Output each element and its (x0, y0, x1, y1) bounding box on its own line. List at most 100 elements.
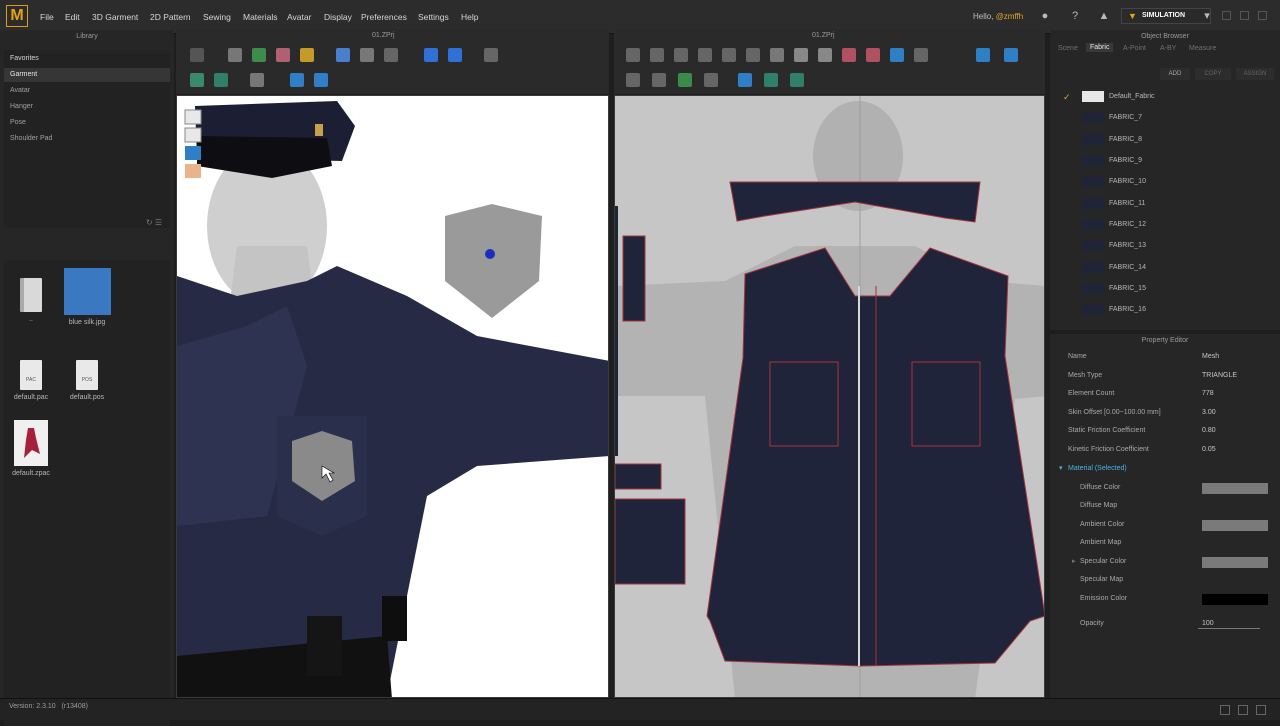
prop-element-count[interactable]: Element Count 778 (1050, 385, 1280, 403)
dart-icon[interactable] (842, 48, 856, 62)
assign-button[interactable]: ASSIGN (1236, 68, 1274, 80)
close-button[interactable] (1258, 11, 1267, 20)
prop-opacity[interactable]: Opacity 100 (1050, 615, 1280, 633)
prop-ambient-color[interactable]: Ambient Color (1050, 516, 1280, 534)
curvature-icon[interactable] (722, 48, 736, 62)
fabric-row[interactable]: FABRIC_14 (1055, 258, 1267, 278)
prop-specular-map[interactable]: Specular Map (1050, 571, 1280, 589)
tab-fabric[interactable]: Fabric (1086, 43, 1114, 52)
prop-static-friction[interactable]: Static Friction Coefficient 0.80 (1050, 422, 1280, 440)
tab-measure[interactable]: Measure (1189, 45, 1216, 52)
fabric-row[interactable]: FABRIC_11 (1055, 194, 1267, 214)
prop-diffuse-map[interactable]: Diffuse Map (1050, 497, 1280, 515)
fabric-row[interactable]: FABRIC_15 (1055, 279, 1267, 299)
tab-a-point[interactable]: A-Point (1123, 45, 1146, 52)
user-icon[interactable]: ● (1038, 9, 1052, 23)
add-button[interactable]: ADD (1160, 68, 1190, 80)
library-item-favorites[interactable]: Favorites (4, 52, 170, 66)
circle-icon[interactable] (818, 48, 832, 62)
prop-kinetic-friction[interactable]: Kinetic Friction Coefficient 0.05 (1050, 441, 1280, 459)
fold-icon[interactable] (276, 48, 290, 62)
hanger-icon[interactable]: ▲ (1097, 9, 1111, 23)
prop-emission-color[interactable]: Emission Color (1050, 590, 1280, 608)
help-icon[interactable]: ? (1068, 9, 1082, 23)
prop-skin-offset[interactable]: Skin Offset [0.00~100.00 mm] 3.00 (1050, 404, 1280, 422)
fold-arrange-icon[interactable] (890, 48, 904, 62)
fabric-row[interactable]: FABRIC_8 (1055, 130, 1267, 150)
seam-icon[interactable] (914, 48, 928, 62)
menu-preferences[interactable]: Preferences (361, 12, 407, 22)
menu-2d-pattern[interactable]: 2D Pattern (150, 12, 191, 22)
3d-viewport[interactable] (176, 95, 609, 698)
shoulder-pad-icon[interactable] (250, 73, 264, 87)
segment-sewing-icon[interactable] (976, 48, 990, 62)
menu-settings[interactable]: Settings (418, 12, 449, 22)
camera-icon[interactable] (290, 73, 304, 87)
menu-help[interactable]: Help (461, 12, 478, 22)
trace-icon[interactable] (704, 73, 718, 87)
measure-icon[interactable] (484, 48, 498, 62)
garment-icon[interactable] (424, 48, 438, 62)
menu-edit[interactable]: Edit (65, 12, 80, 22)
file-parent-folder[interactable]: .. (6, 278, 56, 323)
simulation-button[interactable]: ▼ SIMULATION (1121, 8, 1211, 24)
copy-button[interactable]: COPY (1195, 68, 1231, 80)
internal-line-icon[interactable] (626, 73, 640, 87)
button-icon[interactable] (866, 48, 880, 62)
avatar-icon[interactable] (384, 48, 398, 62)
view-mode-icons[interactable]: ↻ ☰ (146, 218, 170, 228)
select-icon[interactable] (228, 48, 242, 62)
prop-mesh-type[interactable]: Mesh Type TRIANGLE (1050, 367, 1280, 385)
menu-sewing[interactable]: Sewing (203, 12, 231, 22)
menu-display[interactable]: Display (324, 12, 352, 22)
pin-icon[interactable] (300, 48, 314, 62)
file-blue-silk[interactable]: blue silk.jpg (62, 268, 112, 326)
maximize-button[interactable] (1240, 11, 1249, 20)
curve-icon[interactable] (674, 48, 688, 62)
layout-button[interactable] (1238, 705, 1248, 715)
texture-edit-icon[interactable] (738, 73, 752, 87)
transform-icon[interactable] (252, 48, 266, 62)
brush-icon[interactable] (360, 48, 374, 62)
arrow-down-icon[interactable] (190, 48, 204, 62)
grid-icon[interactable] (214, 73, 228, 87)
grid-2d-icon[interactable] (764, 73, 778, 87)
2d-pattern-window[interactable] (614, 95, 1045, 698)
library-item-shoulder-pad[interactable]: Shoulder Pad (4, 132, 170, 146)
tack-icon[interactable] (336, 48, 350, 62)
library-item-garment[interactable]: Garment (4, 68, 170, 82)
file-default-zpac[interactable]: default.zpac (6, 420, 56, 477)
tab-a-by[interactable]: A-BY (1160, 45, 1176, 52)
chevron-down-icon[interactable]: ▾ (1200, 9, 1214, 23)
transform-pattern-icon[interactable] (626, 48, 640, 62)
library-item-avatar[interactable]: Avatar (4, 84, 170, 98)
menu-3d-garment[interactable]: 3D Garment (92, 12, 138, 22)
color-swatch[interactable] (1202, 594, 1268, 605)
light-icon[interactable] (314, 73, 328, 87)
fabric-row[interactable]: FABRIC_10 (1055, 172, 1267, 192)
rectangle-icon[interactable] (770, 48, 784, 62)
prop-diffuse-color[interactable]: Diffuse Color (1050, 479, 1280, 497)
fabric-row[interactable]: FABRIC_16 (1055, 300, 1267, 320)
ellipse-icon[interactable] (794, 48, 808, 62)
notch-icon[interactable] (678, 73, 692, 87)
fabric-row[interactable]: FABRIC_12 (1055, 215, 1267, 235)
tab-scene[interactable]: Scene (1058, 45, 1078, 52)
file-default-pac[interactable]: PAC default.pac (6, 360, 56, 401)
color-swatch[interactable] (1202, 483, 1268, 494)
prop-specular-color[interactable]: ▸ Specular Color (1050, 553, 1280, 571)
add-point-icon[interactable] (698, 48, 712, 62)
layout-button[interactable] (1256, 705, 1266, 715)
opacity-slider[interactable] (1198, 628, 1260, 629)
edit-point-icon[interactable] (650, 48, 664, 62)
pants-icon[interactable] (448, 48, 462, 62)
polygon-icon[interactable] (746, 48, 760, 62)
menu-materials[interactable]: Materials (243, 12, 277, 22)
menu-file[interactable]: File (40, 12, 54, 22)
internal-rect-icon[interactable] (652, 73, 666, 87)
color-swatch[interactable] (1202, 557, 1268, 568)
prop-ambient-map[interactable]: Ambient Map (1050, 534, 1280, 552)
fabric-row[interactable]: FABRIC_9 (1055, 151, 1267, 171)
fabric-row[interactable]: ✓ Default_Fabric (1055, 87, 1267, 107)
layout-button[interactable] (1220, 705, 1230, 715)
